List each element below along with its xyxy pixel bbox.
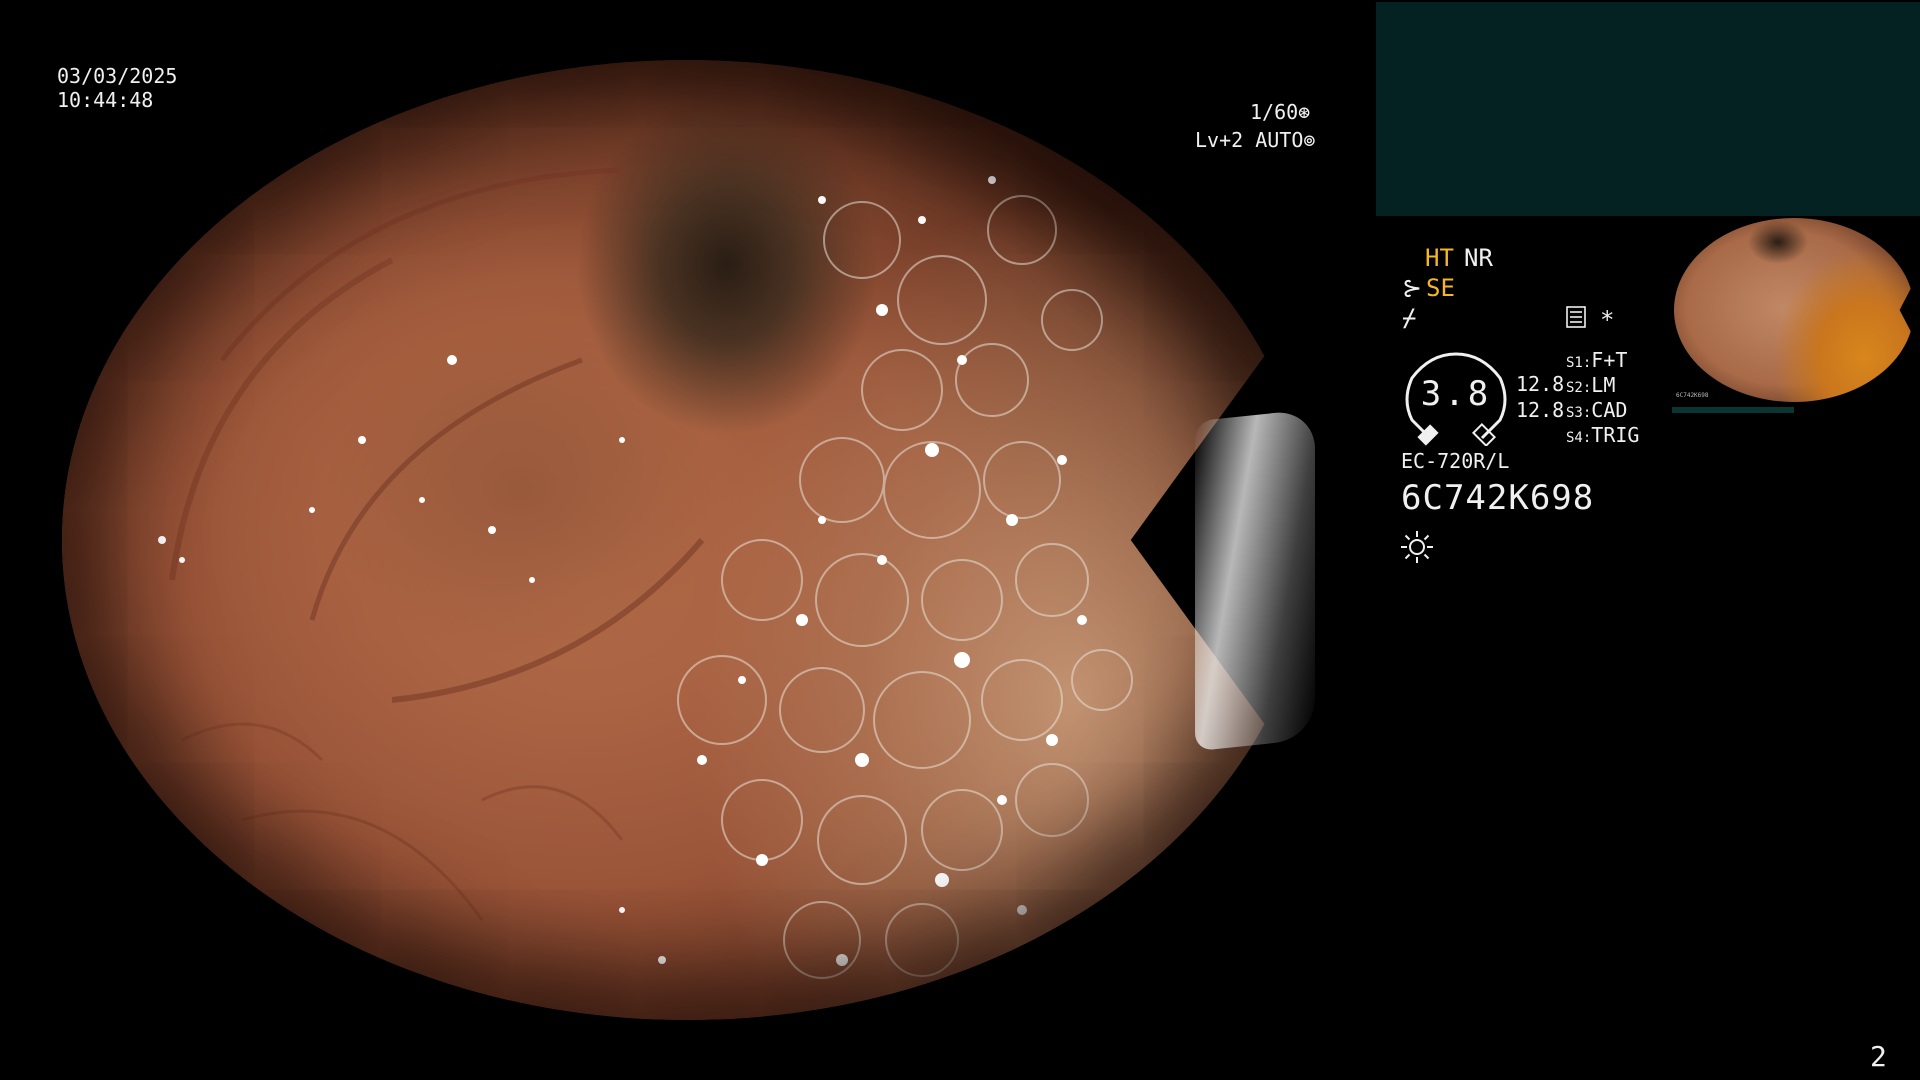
scope-serial: 6C742K698 bbox=[1401, 478, 1595, 518]
switch-value: CAD bbox=[1591, 398, 1628, 422]
gauge-side-value-2: 12.8 bbox=[1516, 398, 1565, 422]
scope-se-icon: ⊱ bbox=[1402, 274, 1423, 302]
scope-model: EC-720R/L bbox=[1401, 449, 1510, 473]
nr-indicator: NR bbox=[1464, 244, 1493, 272]
exam-time: 10:44:48 bbox=[57, 88, 154, 112]
switch-key: S4: bbox=[1566, 430, 1592, 446]
gauge-side-value-1: 12.8 bbox=[1516, 372, 1565, 396]
switch-s4: S4:TRIG bbox=[1566, 423, 1639, 451]
shutter-speed: 1/60⊛ bbox=[1250, 100, 1310, 124]
endoscope-view bbox=[62, 60, 1312, 1020]
brightness-sun-icon bbox=[1401, 531, 1433, 563]
switch-s2: S2:LM bbox=[1566, 373, 1615, 401]
page-number: 2 bbox=[1870, 1040, 1887, 1073]
shutter-icon: ⊛ bbox=[1298, 100, 1311, 124]
exam-date: 03/03/2025 bbox=[57, 64, 178, 88]
gauge-value: 3.8 bbox=[1420, 374, 1492, 414]
switch-s3: S3:CAD bbox=[1566, 398, 1627, 426]
switch-value: LM bbox=[1591, 373, 1616, 397]
exposure-level-value: Lv+2 AUTO bbox=[1195, 128, 1304, 152]
switch-s1: S1:F+T bbox=[1566, 348, 1627, 376]
thumbnail-bar bbox=[1672, 407, 1794, 413]
exposure-level: Lv+2 AUTO⊚ bbox=[1195, 128, 1315, 152]
ht-indicator: HT bbox=[1425, 244, 1454, 272]
scope-vignette bbox=[62, 60, 1312, 1020]
switch-value: TRIG bbox=[1591, 423, 1640, 447]
shutter-value: 1/60 bbox=[1250, 100, 1299, 124]
switch-key: S1: bbox=[1566, 355, 1592, 371]
switch-key: S3: bbox=[1566, 405, 1592, 421]
adjust-icon: ⌿ bbox=[1402, 304, 1417, 332]
thumbnail-image bbox=[1674, 218, 1914, 402]
iris-icon: ⊚ bbox=[1303, 128, 1316, 152]
star-icon: * bbox=[1600, 306, 1615, 334]
se-indicator: SE bbox=[1426, 274, 1455, 302]
menu-list-icon bbox=[1566, 306, 1586, 328]
switch-value: F+T bbox=[1591, 348, 1628, 372]
capture-thumbnail[interactable]: 6C742K698 bbox=[1672, 216, 1918, 402]
info-panel-box bbox=[1376, 2, 1920, 216]
switch-key: S2: bbox=[1566, 380, 1592, 396]
instrument-glare bbox=[1195, 408, 1315, 752]
thumbnail-label: 6C742K698 bbox=[1676, 392, 1709, 399]
